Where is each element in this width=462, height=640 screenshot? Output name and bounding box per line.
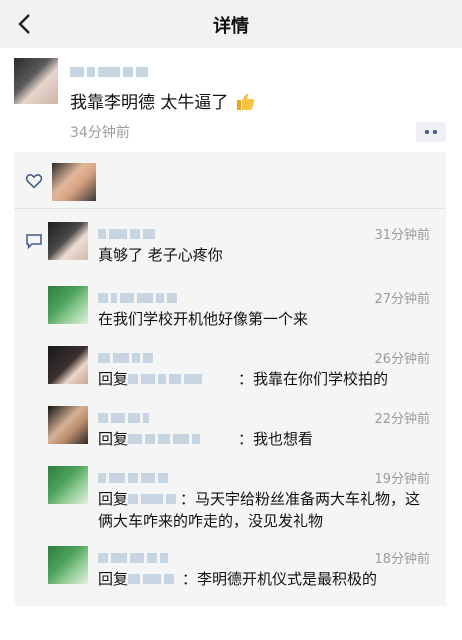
interaction-panel: 31分钟前 真够了 老子心疼你 27分钟前 在我们学校开机他好像第一个来 26分… [14,152,446,606]
comment-time: 22分钟前 [374,412,430,427]
likes-row [14,152,446,209]
more-dots-icon [425,130,429,134]
commenter-avatar[interactable] [48,406,88,444]
comment-text: 回复 ：李明德开机仪式是最积极的 [98,568,428,590]
comment-item[interactable]: 22分钟前 回复 ：我也想看 [48,406,440,458]
post-text: 我靠李明德 太牛逼了 [70,93,229,113]
reply-prefix: 回复 [98,370,129,388]
post-content: 我靠李明德 太牛逼了 [70,88,256,113]
comment-item[interactable]: 27分钟前 在我们学校开机他好像第一个来 [48,286,440,338]
comment-text: 在我们学校开机他好像第一个来 [98,310,309,328]
liker-avatar[interactable] [52,163,96,201]
more-options-button[interactable] [416,122,446,142]
commenter-name[interactable] [98,224,158,239]
comment-time: 26分钟前 [374,352,430,367]
comment-text: 回复 ：我靠在你们学校拍的 [98,368,428,390]
commenter-avatar[interactable] [48,222,88,260]
commenter-avatar[interactable] [48,286,88,324]
comment-time: 27分钟前 [374,292,430,307]
comment-time: 19分钟前 [374,472,430,487]
comment-item[interactable]: 26分钟前 回复 ：我靠在你们学校拍的 [48,346,440,398]
comment-item[interactable]: 31分钟前 真够了 老子心疼你 [48,222,440,272]
comment-text: 回复 ：我也想看 [98,428,428,450]
page-title: 详情 [213,16,249,37]
commenter-name[interactable] [98,288,180,303]
comment-time: 31分钟前 [374,228,430,243]
reply-target-name[interactable] [128,368,238,384]
comment-text: 回复 ：马天宇给粉丝准备两大车礼物，这俩大车咋来的咋走的，没见发礼物 [98,488,428,532]
commenter-avatar[interactable] [48,346,88,384]
reply-target-name[interactable] [128,568,182,584]
nav-header: 详情 [0,0,462,48]
post-author-name[interactable] [70,62,151,77]
reply-text: ：我靠在你们学校拍的 [238,370,389,388]
post-author-avatar[interactable] [14,58,58,104]
thumbs-up-icon [236,93,255,110]
comment-text: 真够了 老子心疼你 [98,246,223,264]
reply-prefix: 回复 [98,430,129,448]
commenter-avatar[interactable] [48,466,88,504]
reply-prefix: 回复 [98,490,129,508]
heart-icon [25,174,43,189]
reply-target-name[interactable] [128,428,238,444]
commenter-name[interactable] [98,548,171,563]
commenter-name[interactable] [98,348,156,363]
commenter-name[interactable] [98,408,152,423]
reply-prefix: 回复 [98,570,129,588]
comment-icon [26,234,42,250]
reply-text: ：李明德开机仪式是最积极的 [182,570,378,588]
comment-item[interactable]: 18分钟前 回复 ：李明德开机仪式是最积极的 [48,546,440,598]
post-time: 34分钟前 [70,125,130,141]
reply-text: ：我也想看 [238,430,314,448]
commenter-name[interactable] [98,468,171,483]
comment-item[interactable]: 19分钟前 回复 ：马天宇给粉丝准备两大车礼物，这俩大车咋来的咋走的，没见发礼物 [48,466,440,536]
reply-target-name[interactable] [128,488,180,504]
comment-time: 18分钟前 [374,552,430,567]
commenter-avatar[interactable] [48,546,88,584]
